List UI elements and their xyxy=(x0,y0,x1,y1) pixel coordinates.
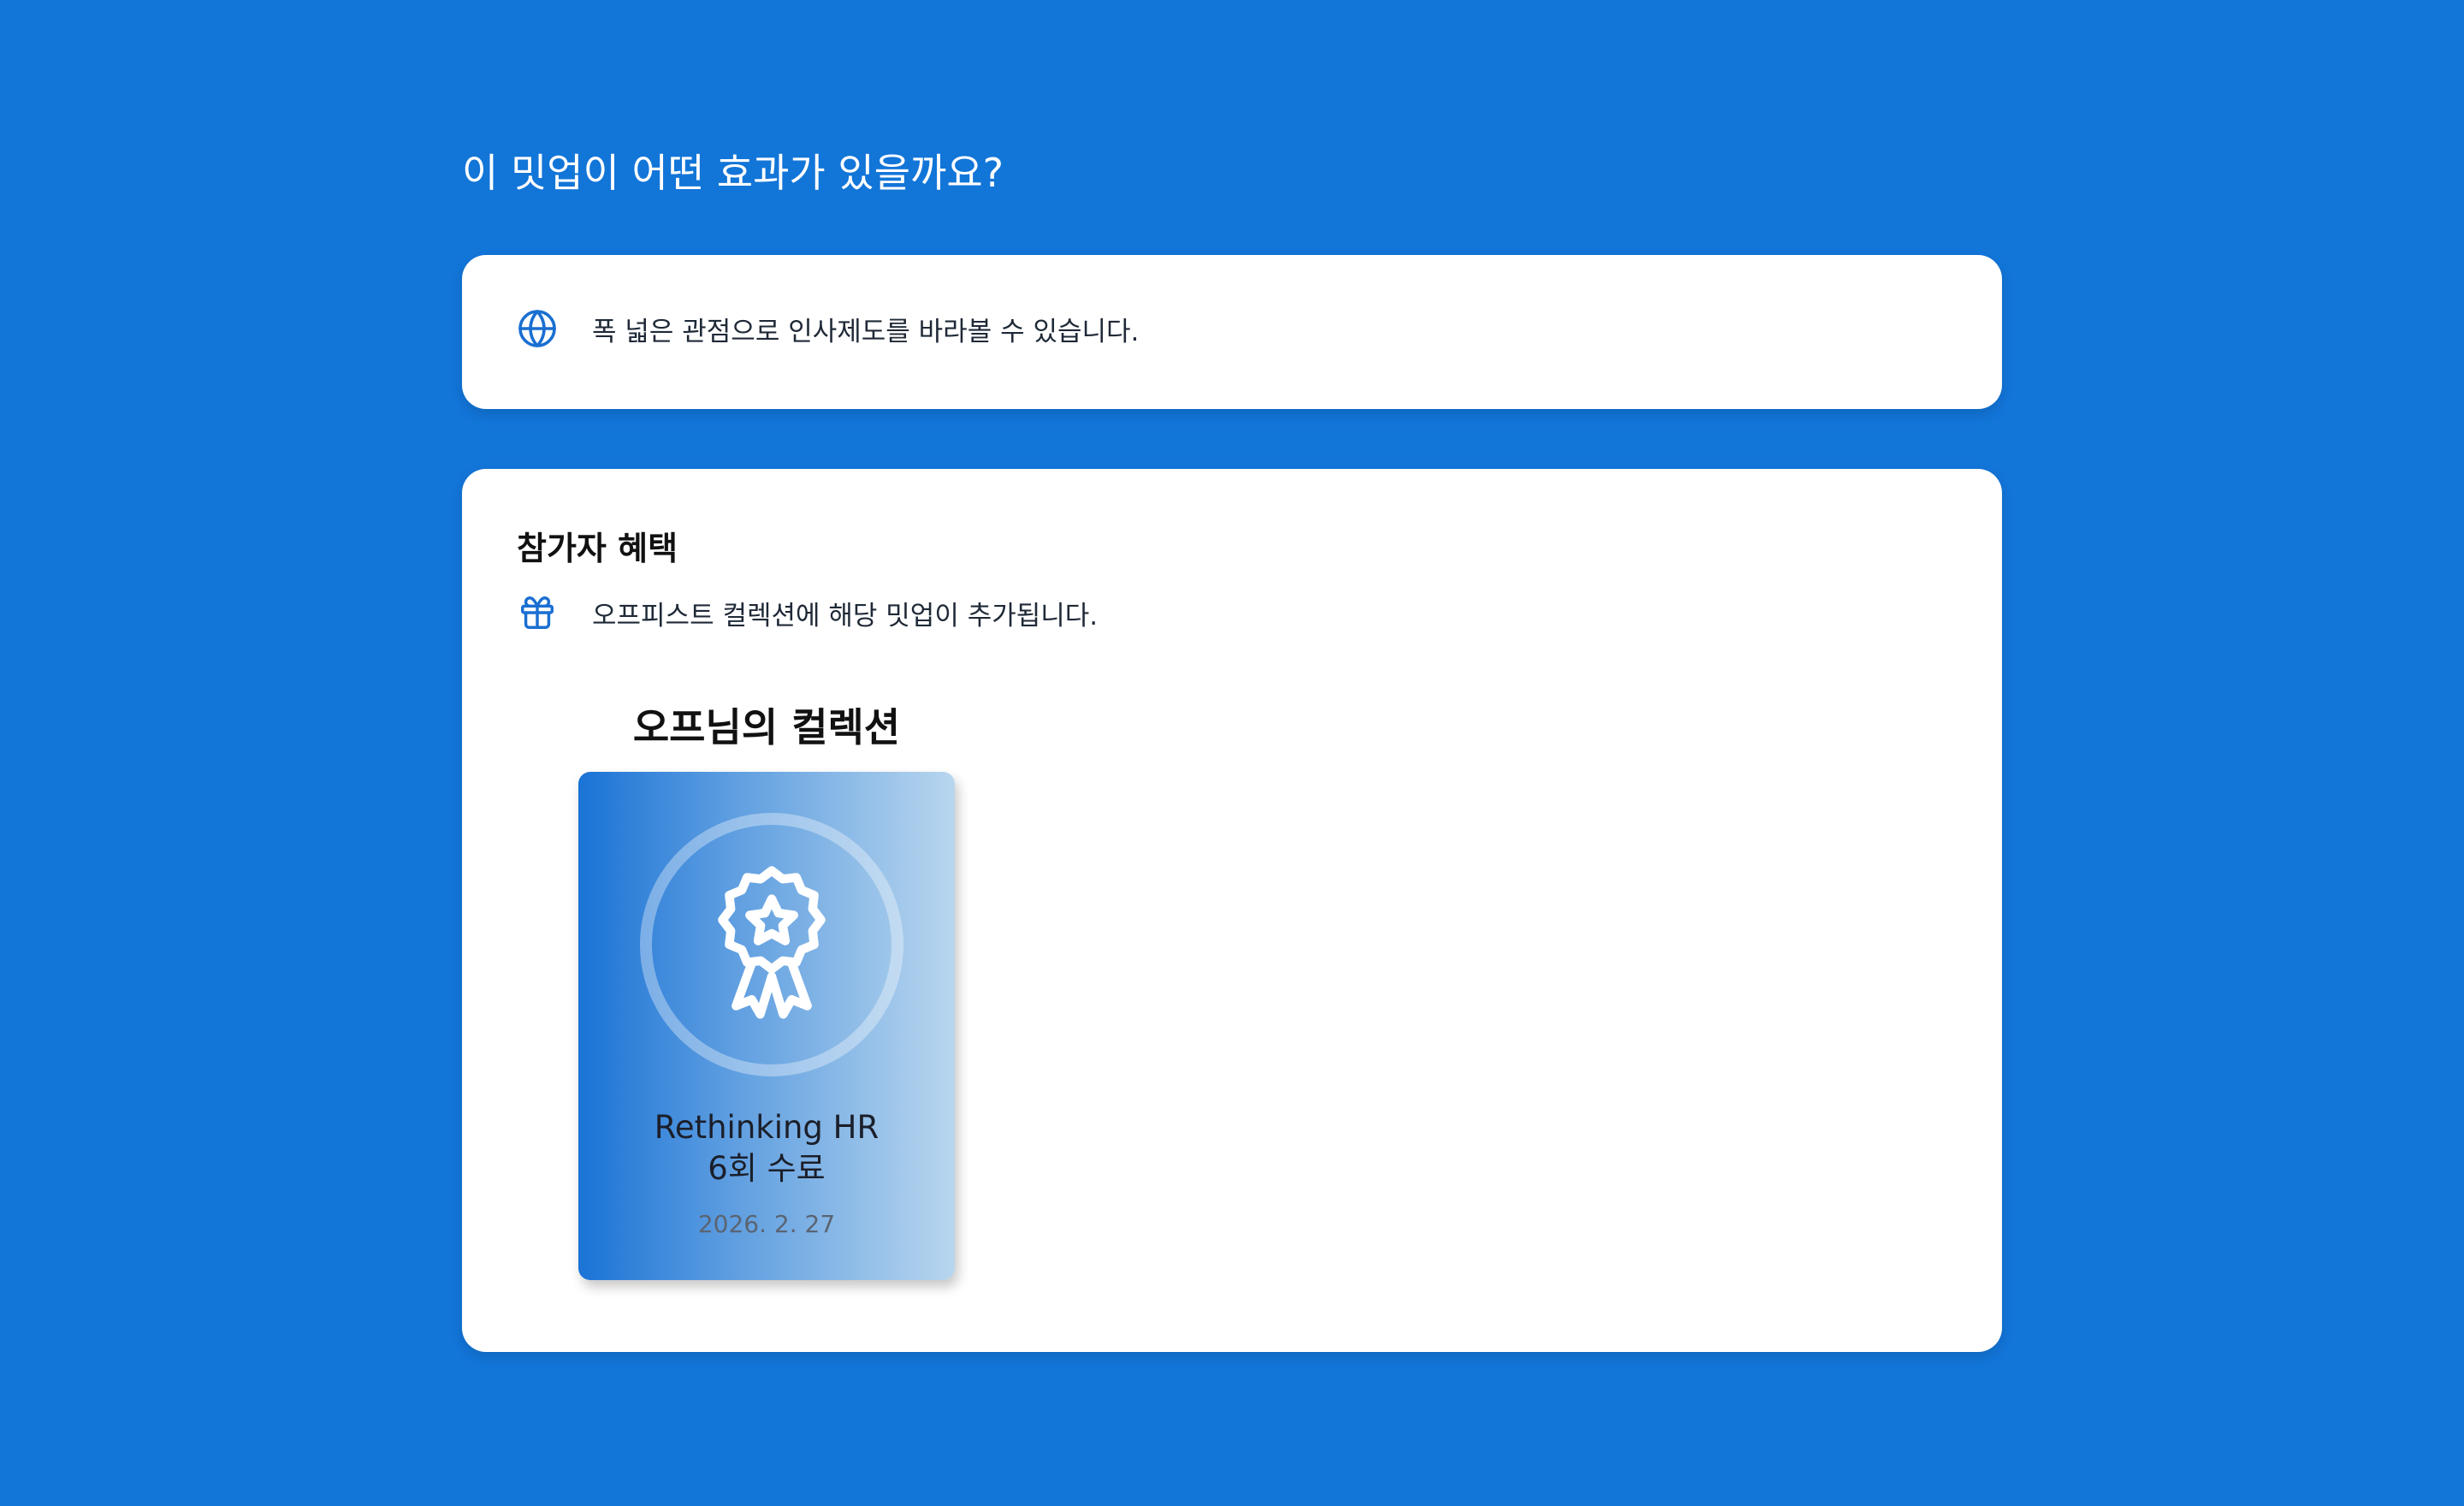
effect-section-title: 이 밋업이 어떤 효과가 있을까요? xyxy=(462,150,1004,196)
collection: 오프님의 컬렉션 Rethinking HR 6회 수료 2026. 2. 27 xyxy=(578,702,955,1280)
badge-name: Rethinking HR xyxy=(654,1109,880,1146)
badge-date: 2026. 2. 27 xyxy=(697,1210,836,1238)
effect-item-text: 폭 넓은 관점으로 인사제도를 바라볼 수 있습니다. xyxy=(592,316,1140,347)
benefit-card: 참가자 혜택 오프피스트 컬렉션에 해당 밋업이 추가됩니다. 오프님의 컬렉션 xyxy=(462,469,2002,1352)
award-icon xyxy=(708,859,836,1030)
collection-badge-card[interactable]: Rethinking HR 6회 수료 2026. 2. 27 xyxy=(578,772,955,1280)
badge-subtitle: 6회 수료 xyxy=(708,1150,826,1187)
effect-card: 폭 넓은 관점으로 인사제도를 바라볼 수 있습니다. xyxy=(462,255,2002,409)
benefit-item-text: 오프피스트 컬렉션에 해당 밋업이 추가됩니다. xyxy=(592,600,1099,631)
benefit-title: 참가자 혜택 xyxy=(517,530,678,567)
collection-title: 오프님의 컬렉션 xyxy=(632,704,901,750)
benefit-item: 오프피스트 컬렉션에 해당 밋업이 추가됩니다. xyxy=(517,592,1098,633)
badge-circle xyxy=(640,813,903,1076)
globe-icon xyxy=(517,308,558,349)
gift-icon xyxy=(517,592,558,633)
effect-item: 폭 넓은 관점으로 인사제도를 바라볼 수 있습니다. xyxy=(517,308,1139,349)
